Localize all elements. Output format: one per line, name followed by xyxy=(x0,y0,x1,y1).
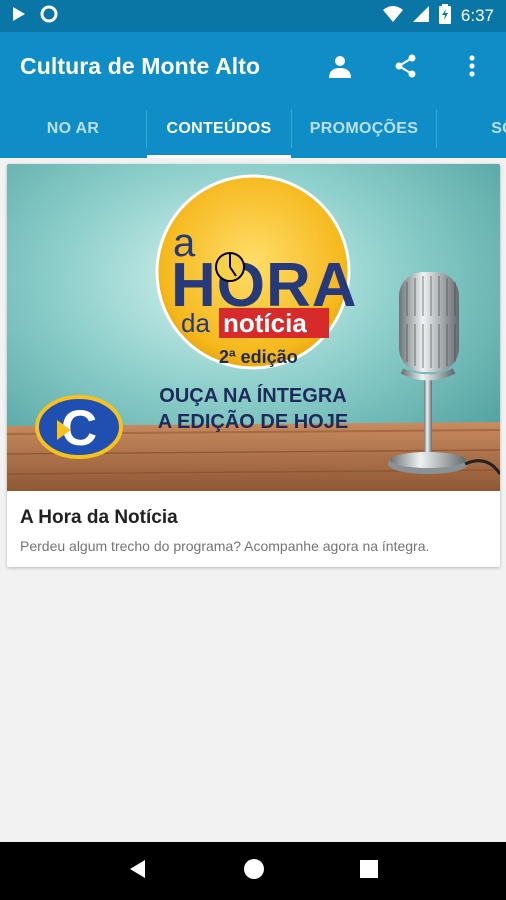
recents-icon[interactable] xyxy=(359,859,379,884)
caption-line1: OUÇA NA ÍNTEGRA xyxy=(159,384,346,407)
content-card[interactable]: a HORA da notícia 2ª edição OUÇA NA ÍNTE… xyxy=(7,164,500,567)
logo-line3: da xyxy=(181,308,210,338)
circle-icon xyxy=(40,5,58,28)
home-icon[interactable] xyxy=(243,858,265,885)
tab-no-ar[interactable]: NO AR xyxy=(0,100,146,158)
caption-line2: A EDIÇÃO DE HOJE xyxy=(158,410,348,433)
play-icon xyxy=(12,6,26,27)
app-title: Cultura de Monte Alto xyxy=(20,52,261,79)
back-icon[interactable] xyxy=(127,858,149,885)
wifi-icon xyxy=(382,5,403,27)
tab-indicator xyxy=(147,155,291,158)
tab-soc[interactable]: SOC xyxy=(437,100,506,158)
more-vert-icon[interactable] xyxy=(458,52,486,80)
logo-edition: 2ª edição xyxy=(219,347,298,367)
logo-line4: notícia xyxy=(223,308,307,338)
battery-icon xyxy=(438,3,451,29)
share-icon[interactable] xyxy=(392,52,420,80)
card-description: Perdeu algum trecho do programa? Acompan… xyxy=(20,538,430,554)
card-title: A Hora da Notícia xyxy=(20,507,178,528)
status-time: 6:37 xyxy=(460,6,494,25)
status-bar: 6:37 xyxy=(0,0,506,32)
tab-bar: NO AR CONTEÚDOS PROMOÇÕES SOC xyxy=(0,100,506,158)
tab-conteudos[interactable]: CONTEÚDOS xyxy=(147,100,291,158)
nav-bar xyxy=(0,842,506,900)
account-icon[interactable] xyxy=(326,52,354,80)
signal-icon xyxy=(412,5,429,27)
card-image: a HORA da notícia 2ª edição OUÇA NA ÍNTE… xyxy=(7,164,500,491)
app-bar: Cultura de Monte Alto xyxy=(0,32,506,100)
tab-promocoes[interactable]: PROMOÇÕES xyxy=(292,100,436,158)
